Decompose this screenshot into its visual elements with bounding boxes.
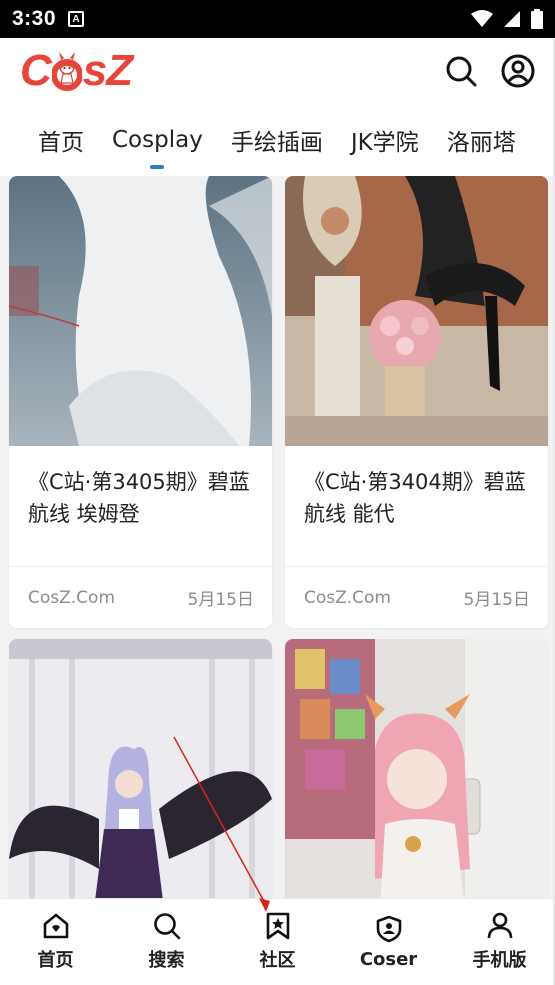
signal-icon [504, 11, 520, 27]
nav-mobile-label: 手机版 [472, 950, 527, 971]
bottom-navigation: 首页 搜索 社区 Coser 手机版 [0, 898, 555, 985]
post-thumbnail[interactable] [285, 176, 548, 446]
post-meta: CosZ.Com 5月15日 [9, 566, 272, 628]
nav-home[interactable]: 首页 [6, 912, 106, 972]
post-thumbnail[interactable] [9, 639, 272, 898]
post-source: CosZ.Com [28, 587, 116, 608]
tab-cosplay[interactable]: Cosplay [112, 127, 203, 153]
home-icon [43, 913, 68, 939]
tab-lolita[interactable]: 洛丽塔 [447, 123, 516, 157]
post-card[interactable] [9, 639, 272, 898]
post-card[interactable]: 《C站·第3404期》碧蓝航线 能代 CosZ.Com 5月15日 [285, 176, 548, 628]
logo-mascot-icon [50, 51, 83, 91]
post-thumbnail[interactable] [285, 639, 548, 898]
bookmark-star-icon [266, 912, 289, 940]
post-meta: CosZ.Com 5月15日 [285, 566, 548, 628]
nav-search[interactable]: 搜索 [117, 912, 217, 972]
tab-home[interactable]: 首页 [38, 123, 84, 157]
wifi-icon [471, 10, 493, 27]
app-header: C sZ [0, 38, 555, 104]
search-icon [153, 913, 180, 940]
tab-jk-academy[interactable]: JK学院 [351, 123, 419, 157]
post-card[interactable] [285, 639, 548, 898]
status-bar: 3:30 A [0, 0, 555, 38]
notification-icon: A [68, 11, 85, 27]
user-icon [487, 912, 512, 939]
post-title[interactable]: 《C站·第3404期》碧蓝航线 能代 [285, 446, 548, 566]
logo-text-prefix: C [20, 46, 52, 95]
post-source: CosZ.Com [304, 587, 392, 608]
user-account-icon[interactable] [501, 54, 535, 88]
search-icon[interactable] [445, 55, 477, 87]
nav-coser-label: Coser [359, 948, 418, 970]
site-logo[interactable]: C sZ [20, 46, 133, 96]
nav-search-label: 搜索 [148, 950, 185, 971]
post-date: 5月15日 [463, 590, 530, 610]
tabs-fade [515, 104, 555, 176]
nav-home-label: 首页 [37, 950, 74, 971]
tab-illustration[interactable]: 手绘插画 [231, 123, 323, 157]
logo-text-suffix: sZ [82, 46, 133, 95]
post-feed: 《C站·第3405期》碧蓝航线 埃姆登 CosZ.Com 5月15日 《C站·第… [0, 176, 555, 898]
status-time: 3:30 [12, 7, 57, 30]
nav-community-label: 社区 [259, 950, 296, 971]
post-card[interactable]: 《C站·第3405期》碧蓝航线 埃姆登 CosZ.Com 5月15日 [9, 176, 272, 628]
post-thumbnail[interactable] [9, 176, 272, 446]
post-date: 5月15日 [187, 590, 254, 610]
battery-icon [531, 9, 543, 29]
nav-community[interactable]: 社区 [228, 912, 328, 972]
nav-mobile[interactable]: 手机版 [450, 912, 550, 972]
nav-coser[interactable]: Coser [339, 915, 439, 970]
category-tabs: 首页 Cosplay 手绘插画 JK学院 洛丽塔 [0, 104, 555, 176]
post-title[interactable]: 《C站·第3405期》碧蓝航线 埃姆登 [9, 446, 272, 566]
shield-user-icon [376, 915, 401, 942]
